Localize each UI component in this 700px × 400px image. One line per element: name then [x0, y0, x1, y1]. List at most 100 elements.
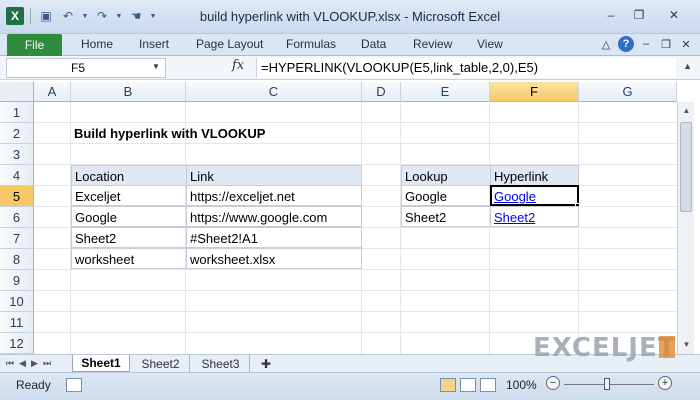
lookup-table-cell[interactable]: Sheet2	[401, 206, 491, 227]
exceljet-logo: EXCELJET	[533, 333, 677, 363]
formula-bar: F5 ▼ fx =HYPERLINK(VLOOKUP(E5,link_table…	[0, 56, 700, 80]
workbook-restore-icon[interactable]: ❐	[658, 36, 674, 52]
link-table-header-link[interactable]: Link	[186, 165, 362, 186]
link-table-cell[interactable]: Exceljet	[71, 185, 187, 206]
customize-dropdown-icon[interactable]: ▼	[149, 7, 157, 25]
sheet-tab-sheet3[interactable]: Sheet3	[192, 355, 250, 372]
link-table-cell[interactable]: https://www.google.com	[186, 206, 362, 227]
row-header-7[interactable]: 7	[0, 228, 34, 249]
tab-page-layout[interactable]: Page Layout	[196, 37, 263, 51]
help-icon[interactable]: ?	[618, 36, 634, 52]
name-box[interactable]: F5	[6, 58, 166, 78]
gridline	[400, 102, 401, 354]
separator	[30, 8, 31, 24]
link-table-cell[interactable]: #Sheet2!A1	[186, 227, 362, 248]
ribbon-right-controls: △ ? – ❐ ✕	[598, 36, 694, 52]
zoom-slider-thumb[interactable]	[604, 378, 610, 390]
touch-icon[interactable]: ☚	[127, 7, 145, 25]
exceljet-logo-mark-icon	[659, 336, 675, 358]
column-header-c[interactable]: C	[186, 82, 362, 102]
normal-view-icon[interactable]	[440, 378, 456, 392]
tab-review[interactable]: Review	[413, 37, 452, 51]
restore-button[interactable]: ❐	[626, 5, 652, 25]
zoom-in-icon[interactable]: +	[658, 376, 672, 390]
formula-input[interactable]: =HYPERLINK(VLOOKUP(E5,link_table,2,0),E5…	[256, 58, 676, 78]
row-header-12[interactable]: 12	[0, 333, 34, 354]
link-table-cell[interactable]: worksheet	[71, 248, 187, 269]
page-layout-view-icon[interactable]	[460, 378, 476, 392]
name-box-dropdown-icon[interactable]: ▼	[152, 62, 160, 71]
last-sheet-icon[interactable]: ⏭	[43, 358, 51, 369]
close-button[interactable]: ✕	[654, 5, 694, 25]
insert-function-icon[interactable]: fx	[232, 58, 244, 73]
link-table-cell[interactable]: Google	[71, 206, 187, 227]
link-table-cell[interactable]: https://exceljet.net	[186, 185, 362, 206]
sheet-tab-sheet1[interactable]: Sheet1	[72, 355, 130, 372]
quick-access-toolbar: X ▣ ↶ ▼ ↷ ▼ ☚ ▼	[6, 7, 157, 25]
sheet-tab-sheet2[interactable]: Sheet2	[132, 355, 190, 372]
select-all-corner[interactable]	[0, 82, 34, 102]
row-header-3[interactable]: 3	[0, 144, 34, 165]
column-header-d[interactable]: D	[362, 82, 401, 102]
column-header-g[interactable]: G	[579, 82, 677, 102]
row-header-1[interactable]: 1	[0, 102, 34, 123]
zoom-out-icon[interactable]: −	[546, 376, 560, 390]
minimize-button[interactable]: –	[598, 5, 624, 25]
insert-sheet-icon[interactable]: ✚	[254, 355, 278, 372]
workbook-minimize-icon[interactable]: –	[638, 36, 654, 52]
link-table-header-location[interactable]: Location	[71, 165, 187, 186]
undo-dropdown-icon[interactable]: ▼	[81, 7, 89, 25]
redo-dropdown-icon[interactable]: ▼	[115, 7, 123, 25]
lookup-table-cell[interactable]: Sheet2	[490, 206, 579, 227]
vertical-scrollbar[interactable]: ▲ ▼	[677, 102, 694, 354]
column-header-e[interactable]: E	[401, 82, 490, 102]
tab-home[interactable]: Home	[81, 37, 113, 51]
ribbon-tabs: File Home Insert Page Layout Formulas Da…	[0, 34, 700, 56]
hyperlink[interactable]: Sheet2	[494, 210, 535, 225]
workbook-close-icon[interactable]: ✕	[678, 36, 694, 52]
gridline	[489, 102, 490, 354]
row-header-5[interactable]: 5	[0, 186, 34, 207]
column-header-a[interactable]: A	[34, 82, 71, 102]
row-header-11[interactable]: 11	[0, 312, 34, 333]
first-sheet-icon[interactable]: ⏮	[6, 358, 14, 369]
scroll-up-icon[interactable]: ▲	[678, 102, 695, 118]
row-header-10[interactable]: 10	[0, 291, 34, 312]
row-header-8[interactable]: 8	[0, 249, 34, 270]
row-header-2[interactable]: 2	[0, 123, 34, 144]
link-table-cell[interactable]: Sheet2	[71, 227, 187, 248]
sheet-title[interactable]: Build hyperlink with VLOOKUP	[71, 123, 361, 144]
link-table-cell[interactable]: worksheet.xlsx	[186, 248, 362, 269]
tab-view[interactable]: View	[477, 37, 503, 51]
tab-file[interactable]: File	[7, 34, 62, 56]
lookup-table-header-lookup[interactable]: Lookup	[401, 165, 491, 186]
page-break-view-icon[interactable]	[480, 378, 496, 392]
column-header-b[interactable]: B	[71, 82, 186, 102]
save-icon[interactable]: ▣	[37, 7, 55, 25]
macro-record-icon[interactable]	[66, 378, 82, 392]
tab-insert[interactable]: Insert	[139, 37, 169, 51]
gridline	[34, 311, 677, 312]
window-controls: – ❐ ✕	[598, 5, 694, 25]
lookup-table-cell[interactable]: Google	[401, 185, 491, 206]
row-header-9[interactable]: 9	[0, 270, 34, 291]
column-header-f[interactable]: F	[490, 82, 579, 102]
tab-formulas[interactable]: Formulas	[286, 37, 336, 51]
expand-formula-bar-icon[interactable]: ▲	[683, 61, 692, 71]
minimize-ribbon-icon[interactable]: △	[598, 36, 614, 52]
row-header-6[interactable]: 6	[0, 207, 34, 228]
zoom-level[interactable]: 100%	[506, 378, 537, 392]
hyperlink[interactable]: Google	[494, 189, 536, 204]
active-cell-f5[interactable]: Google	[490, 185, 579, 206]
excel-logo-icon[interactable]: X	[6, 7, 24, 25]
tab-data[interactable]: Data	[361, 37, 386, 51]
gridline	[578, 102, 579, 354]
row-header-4[interactable]: 4	[0, 165, 34, 186]
next-sheet-icon[interactable]: ▶	[31, 358, 38, 369]
scroll-down-icon[interactable]: ▼	[678, 336, 695, 352]
prev-sheet-icon[interactable]: ◀	[19, 358, 26, 369]
scroll-thumb[interactable]	[680, 122, 692, 212]
redo-icon[interactable]: ↷	[93, 7, 111, 25]
lookup-table-header-hyperlink[interactable]: Hyperlink	[490, 165, 579, 186]
undo-icon[interactable]: ↶	[59, 7, 77, 25]
